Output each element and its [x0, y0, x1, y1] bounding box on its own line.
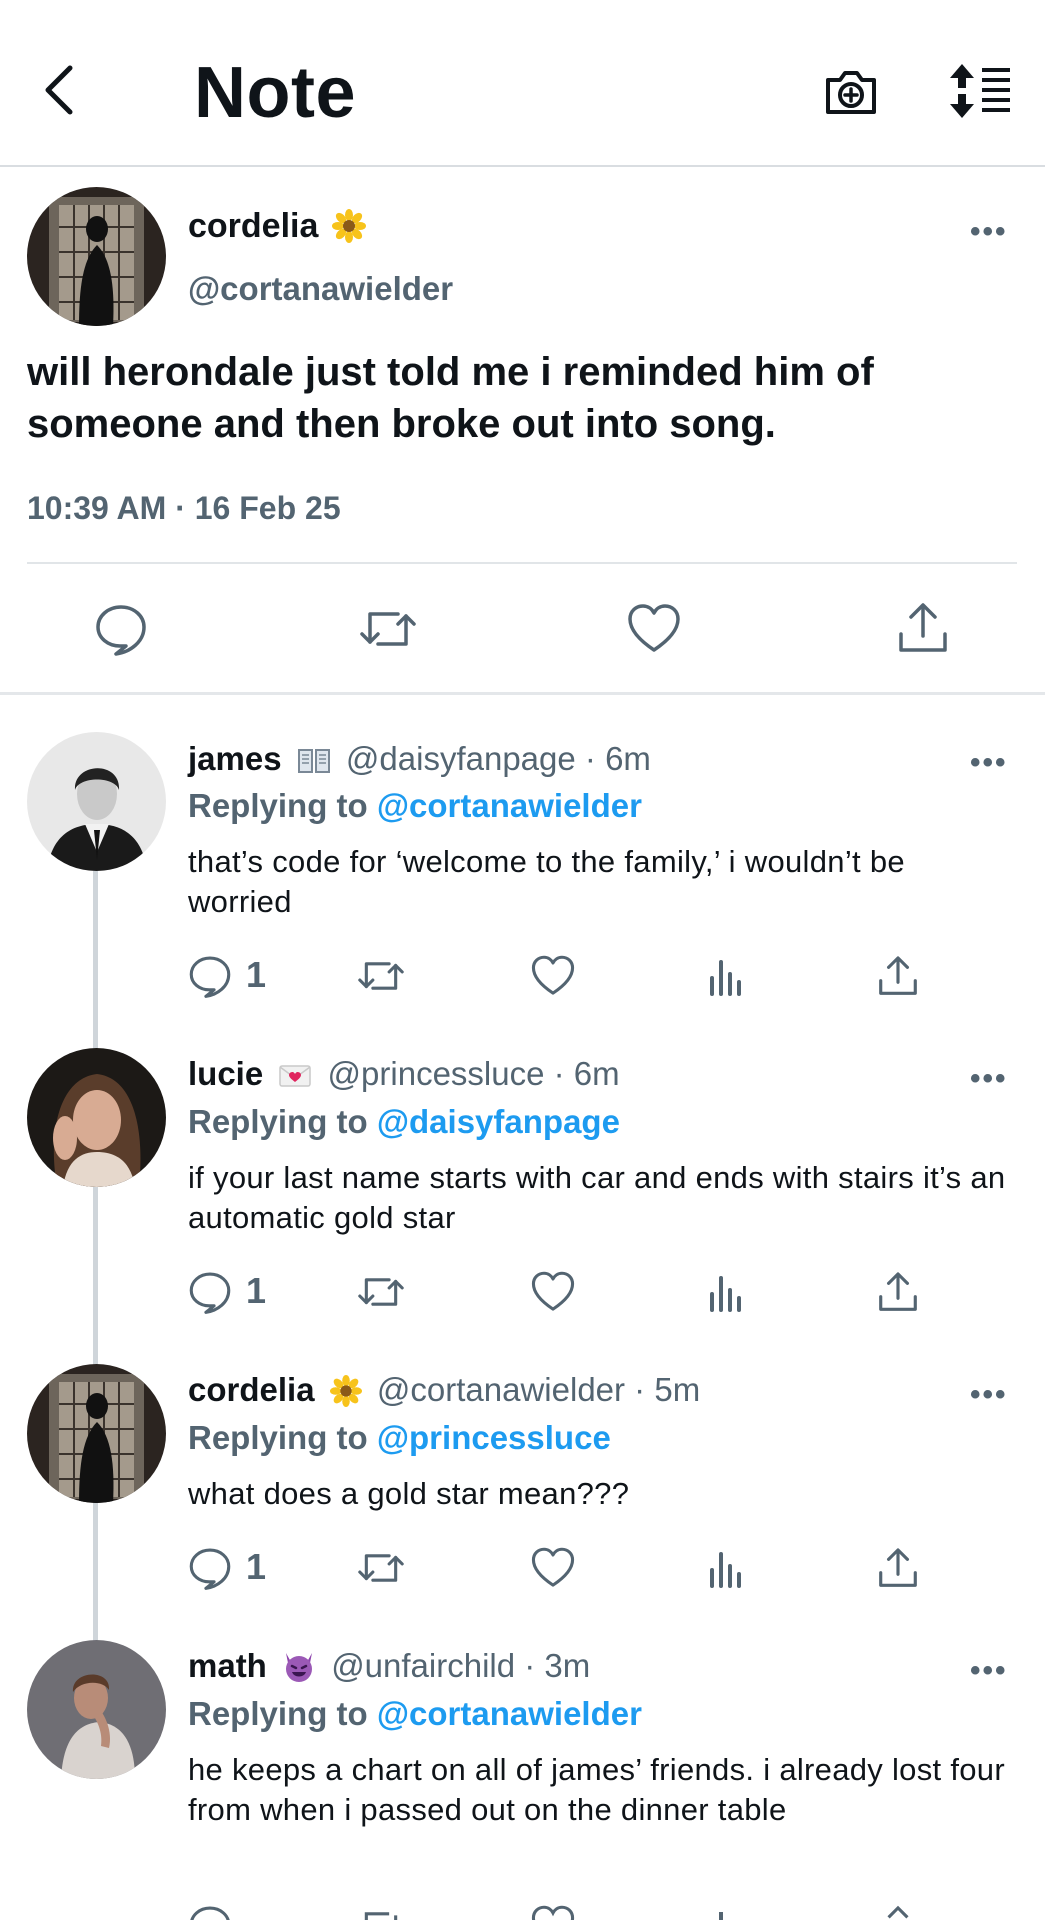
share-icon[interactable] [876, 1904, 920, 1920]
reply-count: 1 [246, 1270, 267, 1311]
page-title: Note [194, 53, 356, 133]
avatar-silhouette-window-image [27, 187, 166, 326]
tweet-text: will herondale just told me i reminded h… [27, 350, 874, 446]
more-options-button[interactable]: ••• [970, 1378, 1008, 1412]
reply-header: math @unfairchild · 3m [188, 1647, 590, 1685]
avatar[interactable] [27, 732, 166, 871]
author-name[interactable]: math [188, 1647, 267, 1684]
author-handle-time: @daisyfanpage · 6m [345, 740, 651, 777]
share-icon[interactable] [876, 1546, 920, 1590]
sort-arrows-icon [950, 64, 1010, 118]
reply-header: james @daisyfanpage · 6m [188, 740, 651, 778]
more-options-button[interactable]: ••• [970, 1654, 1008, 1688]
avatar-man-suit-image [27, 732, 166, 871]
sunflower-emoji-icon [331, 209, 366, 243]
tweet-timestamp[interactable]: 10:39 AM · 16 Feb 25 [27, 490, 341, 527]
author-name[interactable]: james [188, 740, 282, 777]
like-heart-icon[interactable] [626, 602, 682, 656]
section-separator [0, 692, 1045, 695]
reply-text: that’s code for ‘welcome to the family,’… [188, 844, 905, 919]
mention-link[interactable]: @daisyfanpage [377, 1103, 620, 1140]
reply-icon[interactable] [188, 1904, 232, 1920]
reply-icon[interactable] [188, 954, 232, 998]
avatar[interactable] [27, 1364, 166, 1503]
reply-action-bar: 1 [188, 1542, 988, 1598]
love-letter-emoji-icon [279, 1065, 312, 1087]
author-handle-time: @princessluce · 6m [327, 1055, 620, 1092]
reply-icon[interactable] [94, 602, 148, 656]
replying-to: Replying to @cortanawielder [188, 1695, 642, 1732]
retweet-icon[interactable] [358, 602, 418, 656]
reply-action-bar: 1 [188, 1266, 988, 1322]
reply-count: 1 [246, 954, 267, 995]
open-book-emoji-icon [297, 749, 330, 773]
chevron-left-icon [45, 65, 73, 115]
reply-header: cordelia @cortanawielder · 5m [188, 1371, 700, 1409]
mention-link[interactable]: @princessluce [377, 1419, 611, 1456]
more-options-button[interactable]: ••• [970, 746, 1008, 780]
more-options-button[interactable]: ••• [970, 1062, 1008, 1096]
analytics-icon[interactable] [706, 956, 746, 998]
like-heart-icon[interactable] [530, 1546, 576, 1590]
like-heart-icon[interactable] [530, 954, 576, 998]
reply-action-bar [188, 1900, 988, 1920]
like-heart-icon[interactable] [530, 1904, 576, 1920]
replying-to: Replying to @daisyfanpage [188, 1103, 620, 1140]
camera-button[interactable] [822, 62, 880, 120]
retweet-icon[interactable] [356, 954, 406, 998]
author-handle[interactable]: @cortanawielder [188, 270, 453, 308]
share-icon[interactable] [896, 600, 950, 656]
reply-icon[interactable] [188, 1270, 232, 1314]
author-name[interactable]: cordelia [188, 1371, 315, 1408]
camera-add-icon [826, 71, 876, 114]
top-bar [0, 0, 1045, 167]
avatar-person-grey-image [27, 1640, 166, 1779]
avatar-silhouette-window-image [27, 1364, 166, 1503]
avatar[interactable] [27, 1640, 166, 1779]
back-button[interactable] [36, 60, 86, 120]
reply-text: if your last name starts with car and en… [188, 1160, 1006, 1235]
analytics-icon[interactable] [706, 1548, 746, 1590]
reply-header: lucie @princessluce · 6m [188, 1055, 620, 1093]
reply-icon[interactable] [188, 1546, 232, 1590]
author-name[interactable]: cordelia [188, 207, 366, 246]
reply-text: he keeps a chart on all of james’ friend… [188, 1752, 1005, 1827]
sort-toggle-button[interactable] [946, 62, 1014, 120]
avatar[interactable] [27, 187, 166, 326]
avatar[interactable] [27, 1048, 166, 1187]
like-heart-icon[interactable] [530, 1270, 576, 1314]
avatar-woman-portrait-image [27, 1048, 166, 1187]
author-handle-time: @unfairchild · 3m [331, 1647, 591, 1684]
tweet-action-bar [0, 590, 1045, 670]
mention-link[interactable]: @cortanawielder [377, 1695, 642, 1732]
mention-link[interactable]: @cortanawielder [377, 787, 642, 824]
retweet-icon[interactable] [356, 1546, 406, 1590]
analytics-icon[interactable] [706, 1272, 746, 1314]
reply-count: 1 [246, 1546, 267, 1587]
divider [27, 562, 1017, 564]
smiling-devil-emoji-icon [286, 1653, 313, 1682]
author-name[interactable]: lucie [188, 1055, 263, 1092]
retweet-icon[interactable] [356, 1270, 406, 1314]
reply-text: what does a gold star mean??? [188, 1476, 630, 1511]
replying-to: Replying to @cortanawielder [188, 787, 642, 824]
share-icon[interactable] [876, 954, 920, 998]
retweet-icon[interactable] [356, 1904, 406, 1920]
author-handle-time: @cortanawielder · 5m [376, 1371, 701, 1408]
analytics-icon[interactable] [706, 1906, 746, 1920]
replying-to: Replying to @princessluce [188, 1419, 611, 1456]
reply-action-bar: 1 [188, 950, 988, 1006]
thread-connector-line [93, 870, 98, 1650]
more-options-button[interactable]: ••• [970, 215, 1008, 249]
sunflower-emoji-icon [329, 1375, 362, 1407]
share-icon[interactable] [876, 1270, 920, 1314]
